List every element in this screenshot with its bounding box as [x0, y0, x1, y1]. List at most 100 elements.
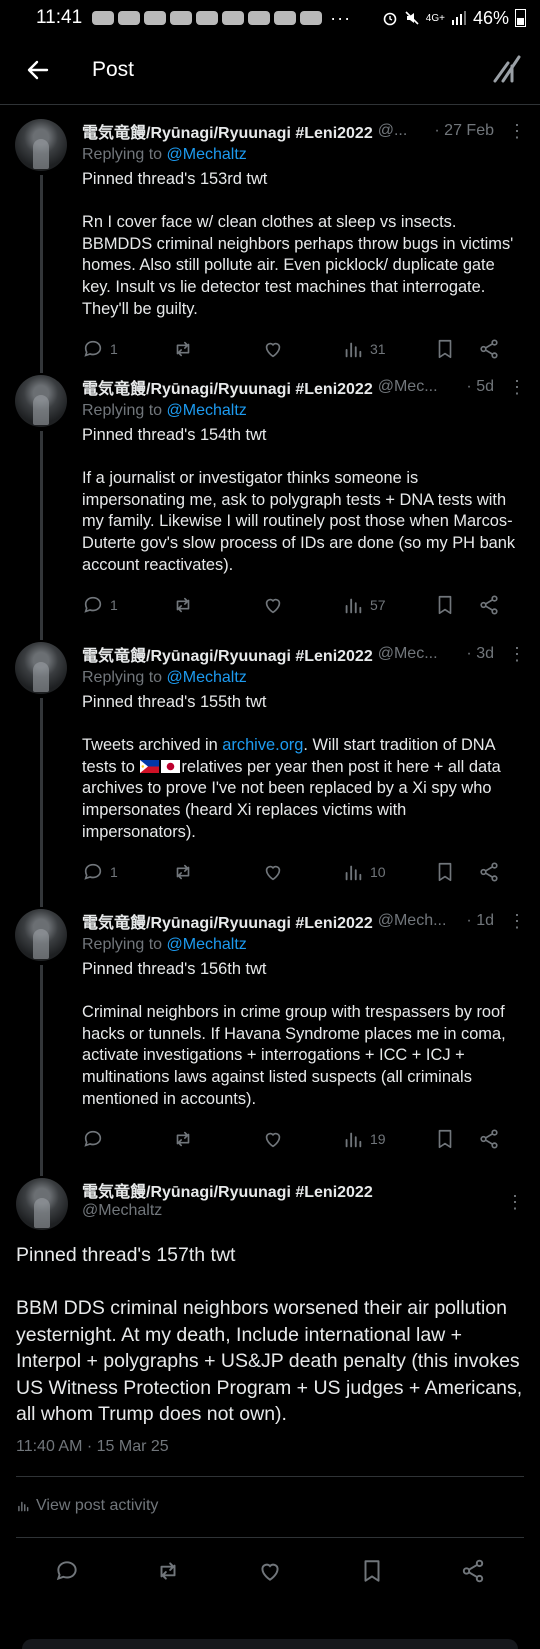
view-post-activity-button[interactable]: View post activity — [16, 1477, 524, 1538]
like-button[interactable] — [262, 338, 342, 360]
alarm-icon — [383, 12, 397, 26]
views-button[interactable]: 19 — [342, 1128, 434, 1150]
views-icon — [345, 1132, 362, 1148]
philippines-flag-icon — [140, 759, 160, 773]
thread-line — [40, 431, 43, 628]
views-button[interactable]: 57 — [342, 594, 434, 616]
repost-icon — [176, 1131, 190, 1147]
thread-tweet[interactable]: 電気竜饅/Ryūnagi/Ryuunagi #Leni2022 @Mech...… — [0, 895, 540, 1162]
reply-icon[interactable] — [54, 1558, 80, 1584]
views-icon — [345, 342, 362, 358]
share-button[interactable] — [478, 338, 500, 360]
page-title: Post — [92, 58, 135, 81]
display-name[interactable]: 電気竜饅/Ryūnagi/Ryuunagi #Leni2022 — [82, 1178, 506, 1202]
user-handle[interactable]: @Mec... — [378, 378, 467, 396]
share-icon — [480, 595, 498, 615]
like-button[interactable] — [262, 1128, 342, 1150]
repost-button[interactable] — [172, 338, 262, 360]
display-name[interactable]: 電気竜饅/Ryūnagi/Ryuunagi #Leni2022 — [82, 642, 373, 666]
user-handle[interactable]: @... — [378, 122, 435, 140]
main-tweet-timestamp: 11:40 AM · 15 Mar 25 — [16, 1438, 524, 1477]
mention-link[interactable]: @Mechaltz — [167, 669, 247, 686]
views-icon — [18, 1501, 29, 1511]
share-button[interactable] — [478, 861, 500, 883]
display-name[interactable]: 電気竜饅/Ryūnagi/Ryuunagi #Leni2022 — [82, 119, 373, 143]
main-tweet-header: 電気竜饅/Ryūnagi/Ryuunagi #Leni2022 @Mechalt… — [16, 1162, 524, 1230]
heart-icon[interactable] — [257, 1558, 283, 1584]
bookmark-button[interactable] — [434, 861, 478, 883]
reply-composer-edge[interactable] — [22, 1639, 518, 1649]
bookmark-button[interactable] — [434, 338, 478, 360]
reply-icon — [84, 863, 102, 880]
more-options-icon[interactable]: ⋮ — [508, 377, 526, 398]
reply-icon — [84, 340, 102, 357]
back-button[interactable] — [18, 50, 58, 90]
game-notification-icon — [92, 11, 115, 25]
tweet-date[interactable]: · 5d — [466, 378, 494, 396]
more-options-icon[interactable]: ⋮ — [506, 1192, 524, 1213]
thread-line — [40, 1162, 43, 1176]
battery-icon — [515, 9, 526, 27]
replying-to-label: Replying to — [82, 936, 163, 953]
grok-button[interactable] — [492, 54, 522, 84]
reply-icon — [84, 1130, 102, 1147]
game-notification-icon — [300, 11, 323, 25]
share-icon — [480, 862, 498, 882]
avatar[interactable] — [15, 909, 67, 961]
repost-icon — [176, 341, 190, 357]
avatar[interactable] — [15, 119, 67, 171]
tweet-text: Pinned thread's 155th twt Tweets archive… — [82, 692, 518, 843]
share-button[interactable] — [478, 594, 500, 616]
thread-line — [40, 698, 43, 895]
tweet-date[interactable]: · 1d — [466, 912, 494, 930]
display-name[interactable]: 電気竜饅/Ryūnagi/Ryuunagi #Leni2022 — [82, 375, 373, 399]
thread-tweet[interactable]: 電気竜饅/Ryūnagi/Ryuunagi #Leni2022 @... · 2… — [0, 105, 540, 361]
repost-button[interactable] — [172, 861, 262, 883]
bookmark-button[interactable] — [434, 1128, 478, 1150]
archive-link[interactable]: archive.org — [222, 736, 303, 754]
share-button[interactable] — [478, 1128, 500, 1150]
avatar[interactable] — [15, 642, 67, 694]
bookmark-icon — [438, 863, 452, 882]
like-button[interactable] — [262, 861, 342, 883]
display-name[interactable]: 電気竜饅/Ryūnagi/Ryuunagi #Leni2022 — [82, 909, 373, 933]
status-bar: 11:41 ··· 4G+ 46% — [0, 0, 540, 36]
more-options-icon[interactable]: ⋮ — [508, 644, 526, 665]
bookmark-button[interactable] — [434, 594, 478, 616]
status-time: 11:41 — [36, 7, 83, 28]
network-type: 4G+ — [425, 12, 445, 24]
like-button[interactable] — [262, 594, 342, 616]
more-options-icon[interactable]: ⋮ — [508, 911, 526, 932]
tweet-date[interactable]: · 3d — [466, 645, 494, 663]
views-button[interactable]: 10 — [342, 861, 434, 883]
reply-button[interactable] — [82, 1128, 172, 1150]
repost-button[interactable] — [172, 594, 262, 616]
avatar[interactable] — [15, 375, 67, 427]
heart-icon — [265, 598, 281, 614]
thread-tweet[interactable]: 電気竜饅/Ryūnagi/Ryuunagi #Leni2022 @Mec... … — [0, 361, 540, 628]
bookmark-icon[interactable] — [359, 1558, 385, 1584]
thread-tweet[interactable]: 電気竜饅/Ryūnagi/Ryuunagi #Leni2022 @Mec... … — [0, 628, 540, 895]
share-icon[interactable] — [460, 1558, 486, 1584]
mention-link[interactable]: @Mechaltz — [167, 146, 247, 163]
reply-button[interactable]: 1 — [82, 338, 172, 360]
user-handle[interactable]: @Mech... — [378, 912, 467, 930]
user-handle[interactable]: @Mec... — [378, 645, 467, 663]
mention-link[interactable]: @Mechaltz — [167, 936, 247, 953]
tweet-header: 電気竜饅/Ryūnagi/Ryuunagi #Leni2022 @Mech...… — [82, 895, 526, 933]
avatar[interactable] — [16, 1178, 68, 1230]
reply-button[interactable]: 1 — [82, 861, 172, 883]
repost-button[interactable] — [172, 1128, 262, 1150]
tweet-header: 電気竜饅/Ryūnagi/Ryuunagi #Leni2022 @Mec... … — [82, 361, 526, 399]
reply-button[interactable]: 1 — [82, 594, 172, 616]
mention-link[interactable]: @Mechaltz — [167, 402, 247, 419]
tweet-date[interactable]: · 27 Feb — [434, 122, 494, 140]
thread-line — [40, 628, 43, 640]
game-notification-icon — [196, 11, 219, 25]
views-button[interactable]: 31 — [342, 338, 434, 360]
user-handle[interactable]: @Mechaltz — [82, 1202, 506, 1220]
thread-line — [40, 361, 43, 373]
main-tweet: 電気竜饅/Ryūnagi/Ryuunagi #Leni2022 @Mechalt… — [0, 1162, 540, 1604]
repost-icon[interactable] — [155, 1558, 181, 1584]
more-options-icon[interactable]: ⋮ — [508, 121, 526, 142]
